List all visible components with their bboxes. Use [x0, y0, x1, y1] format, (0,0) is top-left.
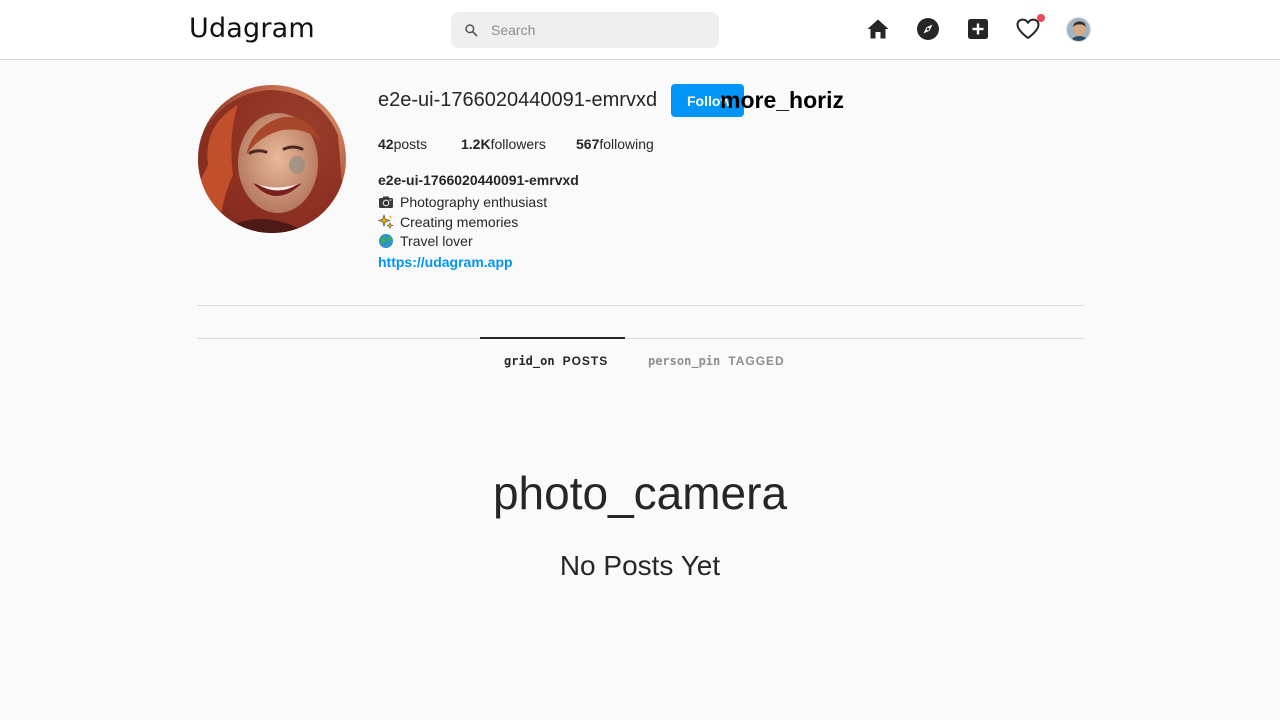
tab-tagged[interactable]: person_pin TAGGED	[648, 354, 785, 368]
following-stat[interactable]: 567following	[576, 136, 654, 152]
app-logo[interactable]: Udagram	[189, 13, 315, 44]
photo-camera-icon: photo_camera	[492, 467, 788, 519]
explore-icon[interactable]	[916, 17, 940, 41]
empty-state-message: No Posts Yet	[559, 550, 721, 581]
bio-text-memories: Creating memories	[400, 214, 519, 230]
tab-posts[interactable]: grid_on POSTS	[504, 354, 608, 368]
avatar-image	[1067, 18, 1090, 41]
profile-photo-image	[198, 85, 346, 233]
bio-website-link[interactable]: https://udagram.app	[378, 254, 513, 270]
followers-count: 1.2K	[461, 136, 491, 152]
add-post-icon[interactable]	[966, 17, 990, 41]
tab-posts-label: POSTS	[562, 354, 609, 368]
following-count: 567	[576, 136, 600, 152]
profile-avatar[interactable]	[1066, 17, 1091, 42]
activity-heart-icon[interactable]	[1016, 17, 1040, 41]
globe-emoji-icon	[379, 234, 393, 248]
grid-icon: grid_on	[504, 354, 555, 368]
search-input[interactable]	[491, 12, 711, 48]
person-pin-icon: person_pin	[648, 354, 721, 368]
more-options-icon[interactable]: more_horiz	[720, 87, 844, 114]
posts-label: posts	[393, 136, 428, 152]
profile-picture[interactable]	[198, 85, 346, 233]
top-navigation-bar: Udagram	[0, 0, 1280, 60]
sparkles-emoji-icon	[378, 214, 394, 230]
bio-text-travel: Travel lover	[400, 233, 473, 249]
bio-line-travel: Travel lover	[378, 233, 473, 249]
search-box[interactable]	[451, 12, 719, 48]
camera-emoji-icon	[379, 196, 393, 208]
followers-stat[interactable]: 1.2Kfollowers	[461, 136, 546, 152]
profile-divider	[197, 305, 1084, 306]
notification-dot	[1037, 14, 1045, 22]
tab-tagged-label: TAGGED	[728, 354, 785, 368]
posts-count: 42	[378, 136, 394, 152]
bio-name: e2e-ui-1766020440091-emrvxd	[378, 172, 579, 188]
profile-username: e2e-ui-1766020440091-emrvxd	[378, 89, 658, 111]
bio-text-photography: Photography enthusiast	[400, 194, 548, 210]
bio-line-memories: Creating memories	[378, 214, 518, 230]
tabs-divider	[197, 338, 1084, 339]
followers-label: followers	[490, 136, 546, 152]
home-icon[interactable]	[866, 17, 890, 41]
search-icon	[465, 24, 478, 37]
active-tab-indicator	[480, 337, 625, 339]
posts-stat: 42posts	[378, 136, 427, 152]
following-label: following	[599, 136, 654, 152]
bio-line-photography: Photography enthusiast	[378, 194, 547, 210]
